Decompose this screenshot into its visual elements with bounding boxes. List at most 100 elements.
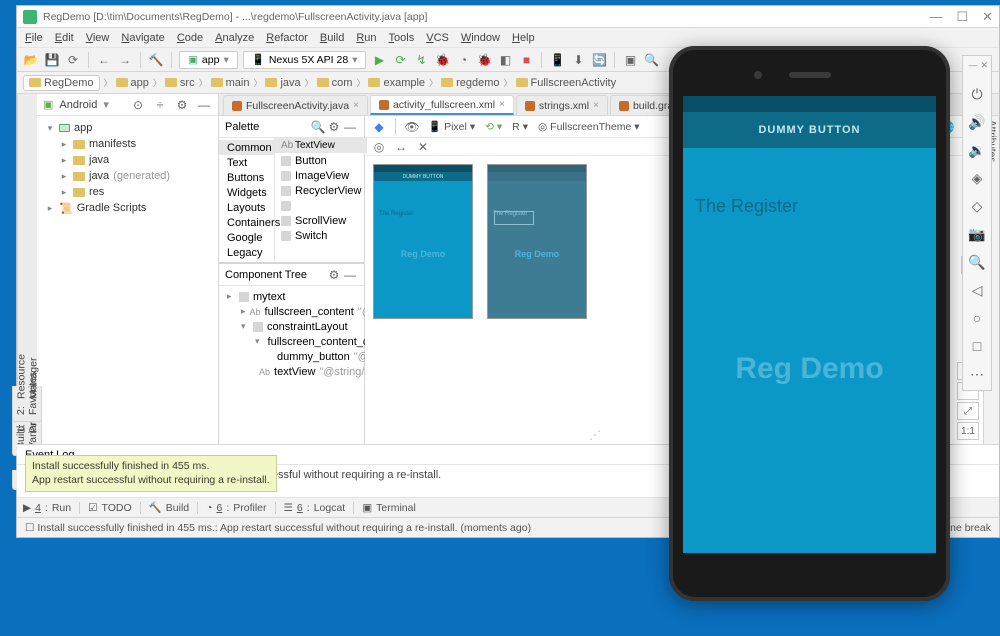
component-tree-node[interactable]: AbtextView "@string/regname" bbox=[223, 364, 360, 379]
palette-widget[interactable]: Switch bbox=[275, 228, 367, 243]
profile-icon[interactable]: ◔ bbox=[455, 52, 471, 68]
power-icon[interactable]: ⏻ bbox=[969, 86, 985, 102]
apply-changes-icon[interactable]: ⟳ bbox=[392, 52, 408, 68]
layout-inspector-icon[interactable]: ▣ bbox=[622, 52, 638, 68]
menu-refactor[interactable]: Refactor bbox=[266, 32, 308, 44]
component-tree-node[interactable]: ▸mytext bbox=[223, 289, 360, 304]
project-node[interactable]: ▾app bbox=[41, 120, 214, 136]
search-icon[interactable]: 🔍 bbox=[643, 52, 659, 68]
bottom-tab-profiler[interactable]: ◔6: Profiler bbox=[206, 502, 266, 514]
hide-icon[interactable]: — bbox=[342, 267, 358, 283]
device-selector[interactable]: 📱Nexus 5X API 28▾ bbox=[243, 51, 367, 69]
open-icon[interactable]: 📂 bbox=[23, 52, 39, 68]
orientation-selector[interactable]: ⟲ ▾ bbox=[483, 121, 504, 133]
titlebar[interactable]: RegDemo [D:\tim\Documents\RegDemo] - ...… bbox=[17, 6, 999, 28]
gear-icon[interactable]: ⚙ bbox=[174, 97, 190, 113]
palette-category[interactable]: Widgets bbox=[219, 185, 274, 200]
project-view-selector[interactable]: Android bbox=[59, 99, 97, 111]
device-preview-selector[interactable]: 📱 Pixel ▾ bbox=[426, 120, 477, 133]
component-tree-node[interactable]: ▾constraintLayout bbox=[223, 319, 360, 334]
bottom-tab-run[interactable]: ▶4: Run bbox=[23, 502, 71, 514]
gear-icon[interactable]: ⚙ bbox=[326, 119, 342, 135]
make-icon[interactable]: 🔨 bbox=[148, 52, 164, 68]
design-preview[interactable]: DUMMY BUTTON The Register Reg Demo bbox=[373, 164, 473, 319]
editor-tab[interactable]: activity_fullscreen.xml× bbox=[370, 95, 514, 115]
palette-widget[interactable] bbox=[275, 198, 367, 213]
favorites-tab[interactable]: 2: Favorites bbox=[12, 402, 42, 422]
palette-category[interactable]: Google bbox=[219, 230, 274, 245]
close-icon[interactable]: ✕ bbox=[982, 9, 993, 25]
stop-icon[interactable]: ■ bbox=[518, 52, 534, 68]
breadcrumb[interactable]: 〉main bbox=[199, 76, 250, 89]
palette-widget[interactable]: RecyclerView bbox=[275, 183, 367, 198]
save-icon[interactable]: 💾 bbox=[44, 52, 60, 68]
emulator-minimize-icon[interactable]: — bbox=[968, 60, 977, 72]
bottom-tab-build[interactable]: 🔨Build bbox=[149, 501, 189, 514]
menu-vcs[interactable]: VCS bbox=[426, 32, 449, 44]
menu-build[interactable]: Build bbox=[320, 32, 344, 44]
menu-tools[interactable]: Tools bbox=[389, 32, 415, 44]
search-icon[interactable]: 🔍 bbox=[310, 119, 326, 135]
autoconnect-icon[interactable]: ◎ bbox=[371, 139, 387, 155]
emulator-screen[interactable]: DUMMY BUTTON The Register Reg Demo bbox=[683, 96, 936, 553]
bottom-tab-terminal[interactable]: ▣Terminal bbox=[362, 502, 416, 514]
component-tree-node[interactable]: ▸Abfullscreen_content "@string/r... bbox=[223, 304, 360, 319]
palette-category[interactable]: Layouts bbox=[219, 200, 274, 215]
hide-icon[interactable]: — bbox=[342, 119, 358, 135]
palette-widget[interactable]: Button bbox=[275, 153, 367, 168]
apply-code-icon[interactable]: ↯ bbox=[413, 52, 429, 68]
bottom-tab-todo[interactable]: ☑TODO bbox=[88, 502, 132, 514]
run-icon[interactable]: ▶ bbox=[371, 52, 387, 68]
editor-tab[interactable]: FullscreenActivity.java× bbox=[223, 95, 368, 115]
volume-up-icon[interactable]: 🔊 bbox=[969, 114, 985, 130]
rotate-right-icon[interactable]: ◇ bbox=[969, 198, 985, 214]
collapse-icon[interactable]: ÷ bbox=[152, 97, 168, 113]
select-open-file-icon[interactable]: ⊙ bbox=[130, 97, 146, 113]
run-config-selector[interactable]: ▣app▾ bbox=[179, 51, 238, 69]
volume-down-icon[interactable]: 🔉 bbox=[969, 142, 985, 158]
breadcrumb[interactable]: 〉example bbox=[356, 76, 425, 89]
breadcrumb[interactable]: 〉FullscreenActivity bbox=[503, 76, 616, 89]
breadcrumb[interactable]: RegDemo bbox=[23, 75, 100, 91]
api-selector[interactable]: R ▾ bbox=[510, 121, 530, 133]
zoom-fit-button[interactable]: ⤢ bbox=[957, 402, 979, 420]
overview-icon[interactable]: □ bbox=[969, 338, 985, 354]
breadcrumb[interactable]: 〉src bbox=[153, 76, 195, 89]
back-icon[interactable]: ◁ bbox=[969, 282, 985, 298]
menu-view[interactable]: View bbox=[86, 32, 110, 44]
project-node[interactable]: ▸java (generated) bbox=[41, 168, 214, 184]
sdk-manager-icon[interactable]: ⬇ bbox=[570, 52, 586, 68]
forward-icon[interactable]: → bbox=[117, 52, 133, 68]
zoom-actual-button[interactable]: 1:1 bbox=[957, 422, 979, 440]
theme-selector[interactable]: ◎ FullscreenTheme ▾ bbox=[536, 121, 642, 133]
blueprint-preview[interactable]: The Register Reg Demo bbox=[487, 164, 587, 319]
menu-file[interactable]: File bbox=[25, 32, 43, 44]
screenshot-icon[interactable]: 📷 bbox=[969, 226, 985, 242]
avd-manager-icon[interactable]: 📱 bbox=[549, 52, 565, 68]
home-icon[interactable]: ○ bbox=[969, 310, 985, 326]
coverage-icon[interactable]: ◧ bbox=[497, 52, 513, 68]
emulator-close-icon[interactable]: ✕ bbox=[980, 60, 988, 72]
default-margins-icon[interactable]: ↔ bbox=[393, 139, 409, 155]
palette-widget[interactable]: ScrollView bbox=[275, 213, 367, 228]
component-tree-node[interactable]: ▾fullscreen_content_controls bbox=[223, 334, 360, 349]
breadcrumb[interactable]: 〉com bbox=[305, 76, 353, 89]
editor-tab[interactable]: strings.xml× bbox=[516, 95, 608, 115]
menu-code[interactable]: Code bbox=[177, 32, 203, 44]
menu-analyze[interactable]: Analyze bbox=[215, 32, 254, 44]
palette-widget[interactable]: ImageView bbox=[275, 168, 367, 183]
dummy-button[interactable]: DUMMY BUTTON bbox=[683, 112, 936, 148]
attach-icon[interactable]: 🐞 bbox=[476, 52, 492, 68]
zoom-icon[interactable]: 🔍 bbox=[969, 254, 985, 270]
project-node[interactable]: ▸java bbox=[41, 152, 214, 168]
project-node[interactable]: ▸manifests bbox=[41, 136, 214, 152]
minimize-icon[interactable]: — bbox=[929, 9, 942, 25]
hide-icon[interactable]: — bbox=[196, 97, 212, 113]
project-node[interactable]: ▸📜Gradle Scripts bbox=[41, 200, 214, 216]
debug-icon[interactable]: 🐞 bbox=[434, 52, 450, 68]
palette-category[interactable]: Legacy bbox=[219, 245, 274, 260]
view-options-icon[interactable]: 👁 bbox=[404, 119, 420, 135]
bottom-tab-logcat[interactable]: ☰6: Logcat bbox=[284, 502, 346, 514]
palette-category[interactable]: Buttons bbox=[219, 170, 274, 185]
sync-icon[interactable]: 🔄 bbox=[591, 52, 607, 68]
